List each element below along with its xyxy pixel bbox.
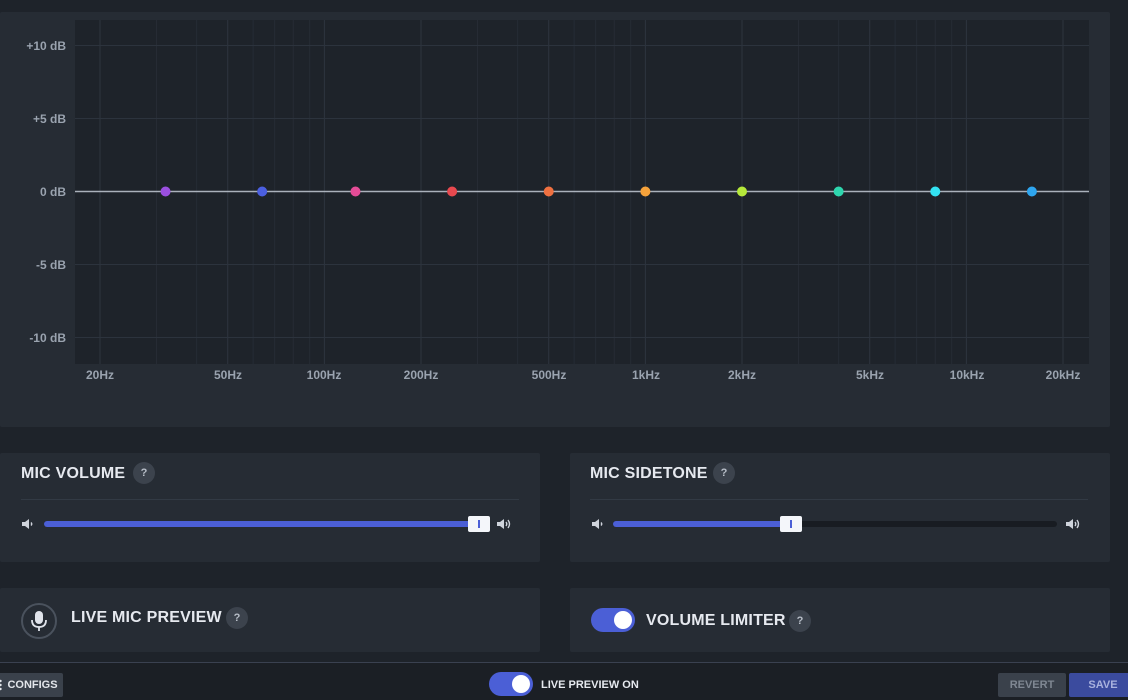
save-button[interactable]: SAVE bbox=[1069, 673, 1128, 697]
live-preview-label: LIVE PREVIEW ON bbox=[541, 679, 639, 691]
eq-band-point-10[interactable] bbox=[1026, 186, 1037, 197]
volume-limiter-toggle[interactable] bbox=[591, 608, 635, 632]
divider bbox=[590, 499, 1088, 500]
volume-limiter-help-icon[interactable]: ? bbox=[789, 610, 811, 632]
app-root: +10 dB +5 dB 0 dB -5 dB -10 dB 20Hz 50Hz… bbox=[0, 0, 1128, 700]
mic-sidetone-slider[interactable] bbox=[613, 516, 1057, 532]
mic-sidetone-help-icon[interactable]: ? bbox=[713, 462, 735, 484]
live-mic-preview-title: LIVE MIC PREVIEW bbox=[71, 609, 222, 626]
x-label-500hz: 500Hz bbox=[531, 368, 567, 382]
configs-button[interactable]: CONFIGS bbox=[0, 673, 63, 697]
x-label-100hz: 100Hz bbox=[306, 368, 342, 382]
x-label-20hz: 20Hz bbox=[85, 368, 115, 382]
y-label-0: 0 dB bbox=[39, 185, 66, 199]
mic-volume-slider[interactable] bbox=[44, 516, 491, 532]
mic-volume-fill bbox=[44, 521, 480, 527]
divider bbox=[21, 499, 519, 500]
eq-band-point-6[interactable] bbox=[640, 186, 651, 197]
volume-low-icon[interactable] bbox=[590, 516, 606, 532]
mic-sidetone-card: MIC SIDETONE ? bbox=[570, 453, 1110, 562]
x-label-20khz: 20kHz bbox=[1045, 368, 1081, 382]
eq-band-point-5[interactable] bbox=[543, 186, 554, 197]
y-label-minus5: -5 dB bbox=[36, 258, 66, 272]
y-label-minus10: -10 dB bbox=[29, 331, 66, 345]
volume-high-icon[interactable] bbox=[1065, 516, 1081, 532]
x-label-1khz: 1kHz bbox=[631, 368, 661, 382]
mic-volume-card: MIC VOLUME ? bbox=[0, 453, 540, 562]
volume-low-icon[interactable] bbox=[20, 516, 36, 532]
x-label-10khz: 10kHz bbox=[949, 368, 985, 382]
x-label-50hz: 50Hz bbox=[213, 368, 243, 382]
eq-band-point-4[interactable] bbox=[447, 186, 458, 197]
mic-sidetone-title: MIC SIDETONE bbox=[590, 465, 708, 482]
toggle-knob bbox=[512, 675, 530, 693]
mic-sidetone-fill bbox=[613, 521, 791, 527]
mic-volume-title: MIC VOLUME bbox=[21, 465, 126, 482]
live-preview-toggle[interactable] bbox=[489, 672, 533, 696]
volume-limiter-title: VOLUME LIMITER bbox=[646, 612, 786, 629]
equalizer-graph[interactable] bbox=[0, 0, 1128, 430]
toggle-knob bbox=[614, 611, 632, 629]
live-mic-preview-button[interactable] bbox=[21, 603, 57, 639]
eq-band-point-2[interactable] bbox=[257, 186, 268, 197]
eq-band-point-9[interactable] bbox=[930, 186, 941, 197]
revert-button[interactable]: REVERT bbox=[998, 673, 1066, 697]
mic-sidetone-thumb[interactable] bbox=[779, 516, 802, 532]
y-label-plus5: +5 dB bbox=[32, 112, 66, 126]
bottom-bar: CONFIGS LIVE PREVIEW ON REVERT SAVE bbox=[0, 662, 1128, 700]
menu-dots-icon bbox=[0, 679, 2, 691]
x-label-2khz: 2kHz bbox=[727, 368, 757, 382]
eq-band-point-7[interactable] bbox=[737, 186, 747, 197]
volume-high-icon[interactable] bbox=[496, 516, 512, 532]
mic-volume-thumb[interactable] bbox=[468, 516, 491, 532]
microphone-icon bbox=[31, 611, 47, 631]
eq-band-point-8[interactable] bbox=[833, 186, 844, 197]
configs-label: CONFIGS bbox=[7, 679, 58, 691]
live-mic-preview-help-icon[interactable]: ? bbox=[226, 607, 248, 629]
mic-volume-help-icon[interactable]: ? bbox=[133, 462, 155, 484]
x-label-5khz: 5kHz bbox=[855, 368, 885, 382]
x-label-200hz: 200Hz bbox=[403, 368, 439, 382]
eq-band-point-1[interactable] bbox=[160, 186, 171, 197]
eq-band-point-3[interactable] bbox=[350, 186, 361, 197]
y-label-plus10: +10 dB bbox=[26, 39, 66, 53]
